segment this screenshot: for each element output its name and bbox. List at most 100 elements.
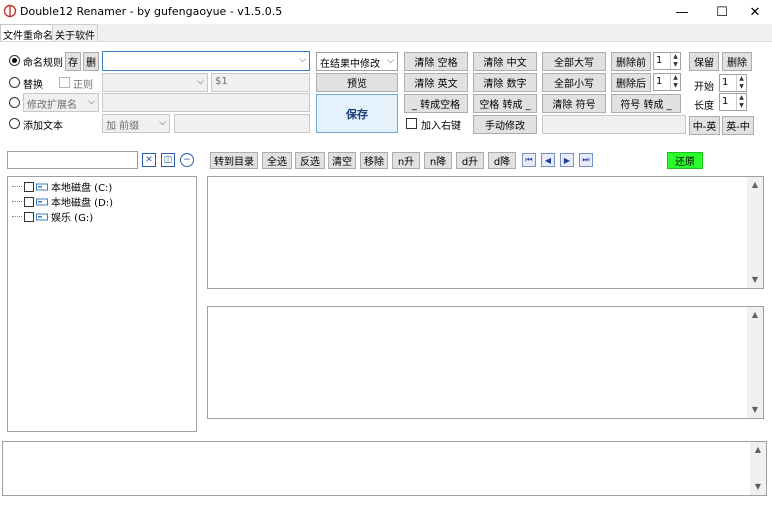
preview-button[interactable]: 预览 bbox=[316, 73, 398, 92]
log-area[interactable]: ▲ ▼ bbox=[2, 441, 767, 496]
drive-tree[interactable]: 本地磁盘 (C:) 本地磁盘 (D:) 娱乐 (G:) bbox=[7, 176, 197, 432]
restore-button[interactable]: 还原 bbox=[667, 152, 703, 169]
save-rule-button[interactable]: 存 bbox=[65, 52, 81, 71]
chevron-up-icon[interactable]: ▲ bbox=[747, 307, 763, 323]
delete-after-button[interactable]: 删除后 bbox=[611, 73, 651, 92]
start-spinner[interactable]: 1 ▲ ▼ bbox=[719, 74, 747, 92]
path-input[interactable] bbox=[7, 151, 138, 169]
right-arrow-icon: ▶ bbox=[563, 155, 571, 165]
collapse-button[interactable]: − bbox=[180, 153, 194, 167]
underscore-to-space-button[interactable]: _ 转成空格 bbox=[404, 94, 468, 113]
ext-radio[interactable] bbox=[9, 97, 20, 108]
replace-radio[interactable] bbox=[9, 77, 20, 88]
naming-rule-label: 命名规则 bbox=[23, 58, 63, 69]
move-down-button[interactable]: ▶ bbox=[560, 153, 574, 167]
clear-chinese-button[interactable]: 清除 中文 bbox=[473, 52, 537, 71]
clear-english-button[interactable]: 清除 英文 bbox=[404, 73, 468, 92]
tree-checkbox[interactable] bbox=[24, 211, 34, 222]
start-label: 开始 bbox=[694, 82, 714, 93]
refresh-icon: ◫ bbox=[163, 155, 173, 165]
replace-find-combo[interactable]: ⌵ bbox=[102, 73, 208, 92]
move-last-button[interactable]: ⏭ bbox=[579, 153, 593, 167]
space-to-underscore-button[interactable]: 空格 转成 _ bbox=[473, 94, 537, 113]
scrollbar[interactable]: ▲ ▼ bbox=[747, 177, 763, 288]
remove-button[interactable]: 删除 bbox=[722, 52, 752, 71]
date-asc-button[interactable]: d升 bbox=[456, 152, 484, 169]
title-bar: Double12 Renamer - by gufengaoyue - v1.5… bbox=[0, 0, 772, 24]
tree-item-d[interactable]: 本地磁盘 (D:) bbox=[12, 194, 113, 209]
chevron-down-icon[interactable]: ▼ bbox=[747, 402, 763, 418]
delete-before-spinner[interactable]: 1 ▲ ▼ bbox=[653, 52, 681, 70]
spinner-arrows-icon[interactable]: ▲ ▼ bbox=[736, 94, 746, 110]
tree-checkbox[interactable] bbox=[24, 181, 34, 192]
replace-with-field[interactable]: $1 bbox=[211, 73, 310, 92]
zh-to-en-button[interactable]: 中-英 bbox=[689, 116, 720, 135]
name-desc-button[interactable]: n降 bbox=[424, 152, 452, 169]
scrollbar[interactable]: ▲ ▼ bbox=[750, 442, 766, 495]
tree-checkbox[interactable] bbox=[24, 196, 34, 207]
add-text-radio[interactable] bbox=[9, 118, 20, 129]
naming-rule-combo[interactable]: ⌵ bbox=[102, 51, 310, 71]
add-text-field[interactable] bbox=[174, 114, 310, 133]
chevron-down-icon: ⌵ bbox=[197, 77, 204, 87]
keep-button[interactable]: 保留 bbox=[689, 52, 719, 71]
ext-field[interactable] bbox=[102, 93, 310, 112]
regex-checkbox[interactable] bbox=[59, 77, 70, 88]
tab-file-rename[interactable]: 文件重命名 bbox=[0, 24, 56, 42]
delete-rule-button[interactable]: 删 bbox=[83, 52, 99, 71]
delete-before-value: 1 bbox=[656, 55, 663, 66]
invert-select-button[interactable]: 反选 bbox=[295, 152, 325, 169]
chevron-down-icon: ⌵ bbox=[387, 56, 394, 66]
move-first-button[interactable]: ⏮ bbox=[522, 153, 536, 167]
tree-item-c[interactable]: 本地磁盘 (C:) bbox=[12, 179, 112, 194]
all-upper-button[interactable]: 全部大写 bbox=[542, 52, 606, 71]
clear-list-button[interactable]: 清空 bbox=[328, 152, 356, 169]
chevron-up-icon[interactable]: ▲ bbox=[750, 442, 766, 458]
clear-path-button[interactable]: ✕ bbox=[142, 153, 156, 167]
mode-value: 在结果中修改 bbox=[320, 59, 380, 70]
spinner-arrows-icon[interactable]: ▲ ▼ bbox=[736, 75, 746, 91]
refresh-button[interactable]: ◫ bbox=[161, 153, 175, 167]
chevron-up-icon[interactable]: ▲ bbox=[747, 177, 763, 193]
clear-symbols-button[interactable]: 清除 符号 bbox=[542, 94, 606, 113]
save-button[interactable]: 保存 bbox=[316, 94, 398, 133]
manual-edit-field[interactable] bbox=[542, 115, 686, 134]
chevron-down-icon[interactable]: ▼ bbox=[750, 479, 766, 495]
manual-edit-button[interactable]: 手动修改 bbox=[473, 115, 537, 134]
chevron-down-icon: ⌵ bbox=[88, 97, 95, 107]
spinner-arrows-icon[interactable]: ▲ ▼ bbox=[670, 53, 680, 69]
right-click-checkbox[interactable] bbox=[406, 118, 417, 129]
spinner-arrows-icon[interactable]: ▲ ▼ bbox=[670, 74, 680, 90]
name-asc-button[interactable]: n升 bbox=[392, 152, 420, 169]
goto-dir-button[interactable]: 转到目录 bbox=[210, 152, 258, 169]
tree-item-g[interactable]: 娱乐 (G:) bbox=[12, 209, 93, 224]
select-all-button[interactable]: 全选 bbox=[262, 152, 292, 169]
regex-label: 正则 bbox=[73, 80, 93, 91]
symbol-to-underscore-button[interactable]: 符号 转成 _ bbox=[611, 94, 681, 113]
remove-item-button[interactable]: 移除 bbox=[360, 152, 388, 169]
chevron-down-icon[interactable]: ▼ bbox=[747, 272, 763, 288]
minimize-button[interactable]: — bbox=[662, 0, 702, 24]
scrollbar[interactable]: ▲ ▼ bbox=[747, 307, 763, 418]
window-title: Double12 Renamer - by gufengaoyue - v1.5… bbox=[20, 5, 283, 18]
close-button[interactable]: ✕ bbox=[735, 0, 772, 24]
clear-space-button[interactable]: 清除 空格 bbox=[404, 52, 468, 71]
naming-rule-radio[interactable] bbox=[9, 55, 20, 66]
clear-digits-button[interactable]: 清除 数字 bbox=[473, 73, 537, 92]
tab-about[interactable]: 关于软件 bbox=[52, 24, 98, 42]
drive-label: 本地磁盘 (C:) bbox=[51, 183, 113, 194]
move-up-button[interactable]: ◀ bbox=[541, 153, 555, 167]
source-file-list[interactable]: ▲ ▼ bbox=[207, 176, 764, 289]
drive-label: 娱乐 (G:) bbox=[51, 213, 94, 224]
all-lower-button[interactable]: 全部小写 bbox=[542, 73, 606, 92]
delete-before-button[interactable]: 删除前 bbox=[611, 52, 651, 71]
preview-file-list[interactable]: ▲ ▼ bbox=[207, 306, 764, 419]
add-text-position-combo[interactable]: 加 前缀 ⌵ bbox=[102, 114, 170, 133]
date-desc-button[interactable]: d降 bbox=[488, 152, 516, 169]
length-spinner[interactable]: 1 ▲ ▼ bbox=[719, 93, 747, 111]
en-to-zh-button[interactable]: 英-中 bbox=[722, 116, 754, 135]
ext-mode-combo[interactable]: 修改扩展名 ⌵ bbox=[23, 93, 99, 112]
delete-after-spinner[interactable]: 1 ▲ ▼ bbox=[653, 73, 681, 91]
mode-combo[interactable]: 在结果中修改 ⌵ bbox=[316, 52, 398, 71]
length-value: 1 bbox=[722, 96, 729, 107]
